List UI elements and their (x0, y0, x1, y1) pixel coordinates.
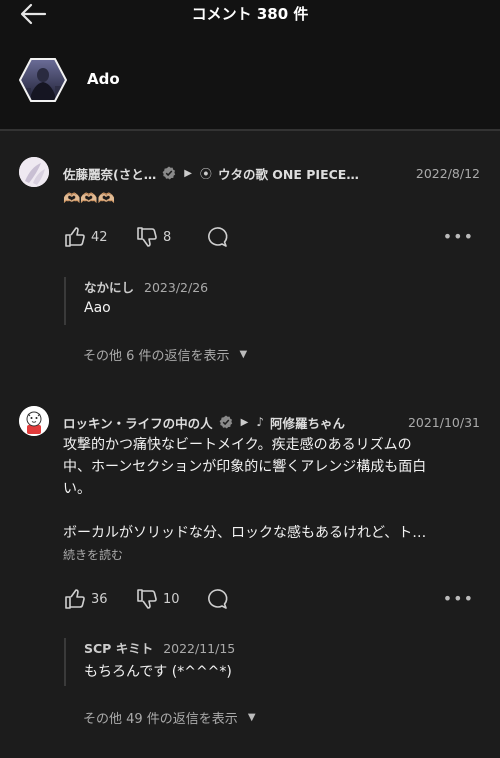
thumbs-down-icon (137, 227, 157, 247)
song-link[interactable]: ウタの歌 ONE PIECE… (218, 164, 359, 183)
play-icon[interactable]: ▶ (241, 417, 249, 428)
verified-icon (162, 166, 176, 180)
show-more-label: その他 49 件の返信を表示 (83, 712, 238, 727)
dislike-count: 10 (163, 591, 180, 607)
reply-username[interactable]: なかにし (84, 280, 134, 295)
reply-meta: なかにし 2023/2/26 (84, 277, 480, 296)
top-bar: コメント 380 件 (0, 0, 500, 36)
dislike-button[interactable]: 8 (135, 225, 171, 249)
more-options-icon[interactable]: ••• (443, 227, 474, 246)
reply-item: SCP キミト 2022/11/15 もちろんです (*^^^*) (64, 638, 480, 686)
artist-avatar[interactable] (19, 58, 67, 102)
reply-item: なかにし 2023/2/26 Aao (64, 277, 480, 325)
thumbs-up-icon (65, 227, 85, 247)
artist-header[interactable]: Ado (0, 36, 500, 131)
chevron-down-icon: ▼ (239, 349, 248, 360)
like-count: 42 (91, 229, 108, 245)
thumbs-up-icon (65, 589, 85, 609)
reply-button[interactable] (205, 587, 229, 611)
comment-date: 2021/10/31 (407, 414, 480, 430)
more-options-icon[interactable]: ••• (443, 589, 474, 608)
like-count: 36 (91, 591, 108, 607)
disc-icon: ⦿ (199, 166, 212, 181)
verified-icon (219, 415, 232, 429)
comment-username[interactable]: ロッキン・ライフの中の人 (63, 413, 213, 432)
avatar-image (19, 406, 49, 436)
comment-body: 攻撃的かつ痛快なビートメイク。疾走感のあるリズムの 中、ホーンセクションが印象的… (63, 434, 476, 544)
comment-actions: 36 10 ••• (63, 587, 480, 613)
reply-username[interactable]: SCP キミト (84, 641, 153, 656)
show-more-replies-button[interactable]: その他 6 件の返信を表示 ▼ (83, 345, 247, 364)
comment-bubble-icon (208, 589, 228, 609)
comment-item: ロッキン・ライフの中の人 ▶ ♪ 阿修羅ちゃん 2021/10/31 攻撃的かつ… (0, 386, 500, 758)
dislike-count: 8 (163, 229, 172, 245)
comment-date: 2022/8/12 (415, 165, 480, 181)
comment-meta: 佐藤麗奈(さと… ▶ ⦿ ウタの歌 ONE PIECE… 2022/8/12 (63, 163, 480, 183)
like-button[interactable]: 42 (63, 225, 108, 249)
reply-meta: SCP キミト 2022/11/15 (84, 638, 480, 657)
show-more-label: その他 6 件の返信を表示 (83, 349, 230, 364)
thumbs-down-icon (137, 589, 157, 609)
song-link[interactable]: 阿修羅ちゃん (270, 413, 345, 432)
artist-name[interactable]: Ado (87, 70, 120, 88)
like-button[interactable]: 36 (63, 587, 108, 611)
reply-date: 2023/2/26 (144, 280, 209, 295)
comment-body-line: ボーカルがソリッドな分、ロックな感もあるけれど、ト… (63, 525, 427, 541)
page-title: コメント 380 件 (191, 5, 309, 23)
avatar[interactable] (19, 157, 49, 187)
dislike-button[interactable]: 10 (135, 587, 180, 611)
comment-item: 佐藤麗奈(さと… ▶ ⦿ ウタの歌 ONE PIECE… 2022/8/12 🫶… (0, 131, 500, 386)
avatar-image (19, 157, 49, 187)
comment-body-line: い。 (63, 481, 91, 497)
play-icon[interactable]: ▶ (184, 168, 192, 179)
comment-body-line: 攻撃的かつ痛快なビートメイク。疾走感のあるリズムの (63, 437, 412, 453)
chevron-down-icon: ▼ (247, 712, 256, 723)
reply-body: もちろんです (*^^^*) (84, 664, 232, 680)
show-more-replies-button[interactable]: その他 49 件の返信を表示 ▼ (83, 708, 256, 727)
comment-username[interactable]: 佐藤麗奈(さと… (63, 164, 156, 183)
read-more-link[interactable]: 続きを読む (63, 546, 123, 563)
comment-body-line: 中、ホーンセクションが印象的に響くアレンジ構成も面白 (63, 459, 427, 475)
music-note-icon: ♪ (256, 415, 265, 429)
avatar[interactable] (19, 406, 49, 436)
comment-meta: ロッキン・ライフの中の人 ▶ ♪ 阿修羅ちゃん 2021/10/31 (63, 412, 480, 432)
comment-body: 🫶🏼🫶🏼🫶🏼 (63, 191, 116, 207)
comment-bubble-icon (208, 227, 228, 247)
comment-body-line (63, 500, 476, 522)
comment-actions: 42 8 ••• (63, 225, 480, 251)
reply-date: 2022/11/15 (163, 641, 236, 656)
reply-body: Aao (84, 300, 111, 316)
reply-button[interactable] (205, 225, 229, 249)
